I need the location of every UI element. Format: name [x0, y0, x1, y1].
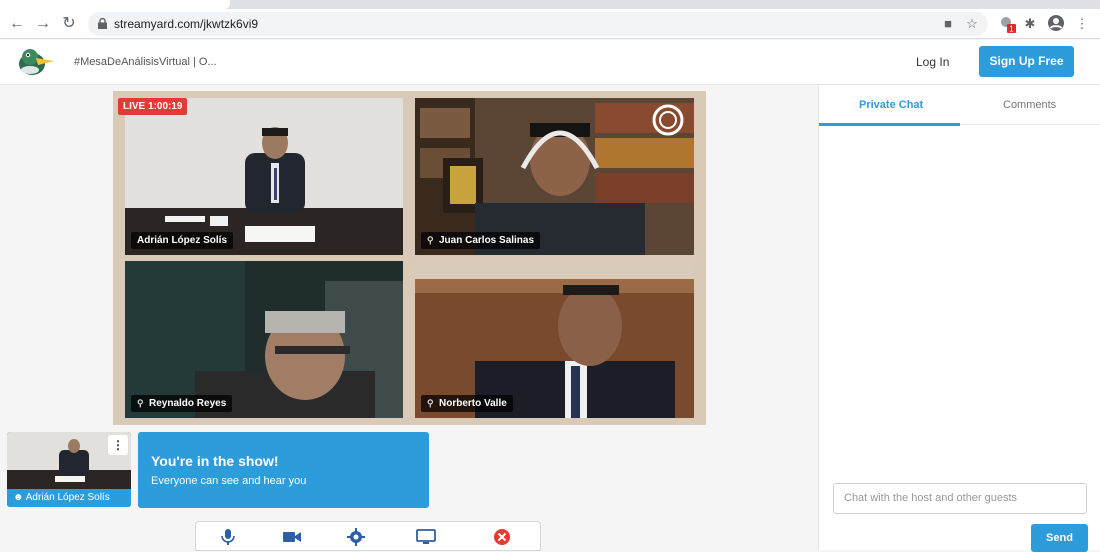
camera-icon[interactable] [282, 528, 302, 546]
broadcast-stage: Adrián López Solís ⚲ Juan Carlos Salinas [113, 91, 706, 425]
browser-menu-icon[interactable]: ⋮ [1072, 14, 1092, 34]
self-name: Adrián López Solís [25, 492, 110, 503]
leave-studio-icon[interactable] [492, 528, 512, 546]
mic-muted-icon: ⚲ [427, 235, 434, 245]
settings-gear-icon[interactable] [346, 528, 366, 546]
browser-tabstrip [0, 0, 1100, 9]
streamyard-duck-logo[interactable] [16, 46, 56, 78]
tab-comments[interactable]: Comments [1003, 99, 1056, 111]
mic-muted-icon: ⚲ [427, 398, 434, 408]
participant-name-tag: Adrián López Solís [131, 232, 234, 249]
forward-arrow-icon[interactable]: → [32, 13, 54, 35]
microphone-icon[interactable] [218, 528, 238, 546]
app-header: #MesaDeAnálisisVirtual | O... Log In Sig… [0, 40, 1100, 85]
mic-muted-icon: ⚲ [137, 398, 144, 408]
participant-name-tag: ⚲ Juan Carlos Salinas [421, 232, 541, 249]
chat-input[interactable]: Chat with the host and other guests [833, 483, 1087, 514]
video-tile-3[interactable]: ⚲ Reynaldo Reyes [125, 261, 403, 418]
camera-indicator-icon[interactable]: ■ [938, 14, 958, 34]
screen-share-icon[interactable] [416, 528, 436, 546]
user-icon: ☻ [13, 492, 24, 503]
active-tab-indicator [819, 123, 960, 126]
extensions-puzzle-icon[interactable]: ✱ [1020, 14, 1040, 34]
video-tile-1[interactable]: Adrián López Solís [125, 98, 403, 255]
profile-icon[interactable] [1046, 14, 1066, 34]
sign-up-button[interactable]: Sign Up Free [979, 46, 1074, 77]
banner-subtext: Everyone can see and hear you [151, 475, 307, 487]
self-preview[interactable]: ⋮ ☻ Adrián López Solís [7, 432, 131, 507]
participant-name-tag: ⚲ Reynaldo Reyes [131, 395, 233, 412]
participant-name: Juan Carlos Salinas [439, 235, 535, 246]
participant-name: Reynaldo Reyes [149, 398, 227, 409]
participant-name: Adrián López Solís [137, 235, 228, 246]
participant-name-tag: ⚲ Norberto Valle [421, 395, 513, 412]
self-name-label: ☻ Adrián López Solís [7, 489, 131, 507]
video-tile-2[interactable]: ⚲ Juan Carlos Salinas [415, 98, 694, 255]
more-options-icon[interactable]: ⋮ [108, 435, 128, 455]
back-arrow-icon[interactable]: ← [6, 13, 28, 35]
studio-controls-bar [195, 521, 541, 551]
extension-badge-count: 1 [1009, 25, 1014, 34]
login-link[interactable]: Log In [916, 55, 949, 69]
extension-badge-icon[interactable]: 1 [998, 14, 1018, 34]
reload-icon[interactable]: ↻ [58, 13, 80, 35]
participant-name: Norberto Valle [439, 398, 507, 409]
lock-icon [98, 18, 107, 29]
url-text: streamyard.com/jkwtzk6vi9 [114, 17, 259, 31]
address-bar[interactable]: streamyard.com/jkwtzk6vi9 [88, 12, 988, 36]
browser-tab-active[interactable] [0, 0, 230, 9]
chat-panel: Private Chat Comments Chat with the host… [818, 85, 1100, 552]
broadcast-title: #MesaDeAnálisisVirtual | O... [74, 56, 217, 68]
bookmark-star-icon[interactable]: ☆ [962, 14, 982, 34]
live-timer-badge: LIVE 1:00:19 [118, 98, 188, 115]
banner-heading: You're in the show! [151, 453, 279, 469]
video-tile-4[interactable]: ⚲ Norberto Valle [415, 261, 694, 418]
browser-toolbar: ← → ↻ streamyard.com/jkwtzk6vi9 ■ ☆ 1 ✱ … [0, 9, 1100, 39]
show-status-banner: You're in the show! Everyone can see and… [138, 432, 429, 508]
tab-private-chat[interactable]: Private Chat [859, 99, 923, 111]
send-button[interactable]: Send [1031, 524, 1088, 552]
